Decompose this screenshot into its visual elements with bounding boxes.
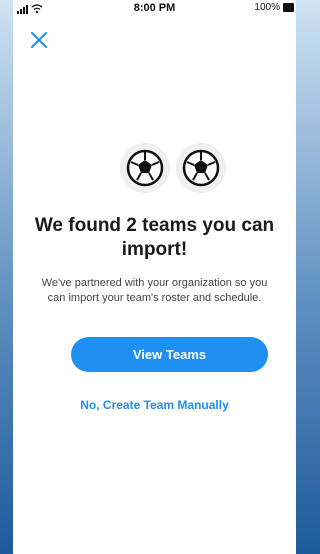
close-icon[interactable] (29, 30, 49, 50)
description: We've partnered with your organization s… (27, 276, 282, 306)
headline-line-2: import! (121, 239, 188, 260)
headline-line-1: We found 2 teams you can (34, 215, 275, 236)
create-team-manually-link[interactable]: No, Create Team Manually (13, 398, 296, 412)
description-line-2: can import your team's roster and schedu… (47, 292, 262, 304)
headline: We found 2 teams you can import! (27, 214, 282, 262)
status-bar: 8:00 PM 100% (13, 0, 296, 16)
screen: 8:00 PM 100% We found 2 teams you can im… (13, 0, 296, 554)
description-line-1: We've partnered with your organization s… (41, 277, 268, 289)
view-teams-button[interactable]: View Teams (71, 337, 268, 372)
battery-icon (283, 3, 294, 12)
soccer-ball-icon (176, 143, 226, 193)
battery-percent: 100% (254, 2, 280, 13)
team-balls-graphic (120, 143, 226, 193)
soccer-ball-icon (120, 143, 170, 193)
